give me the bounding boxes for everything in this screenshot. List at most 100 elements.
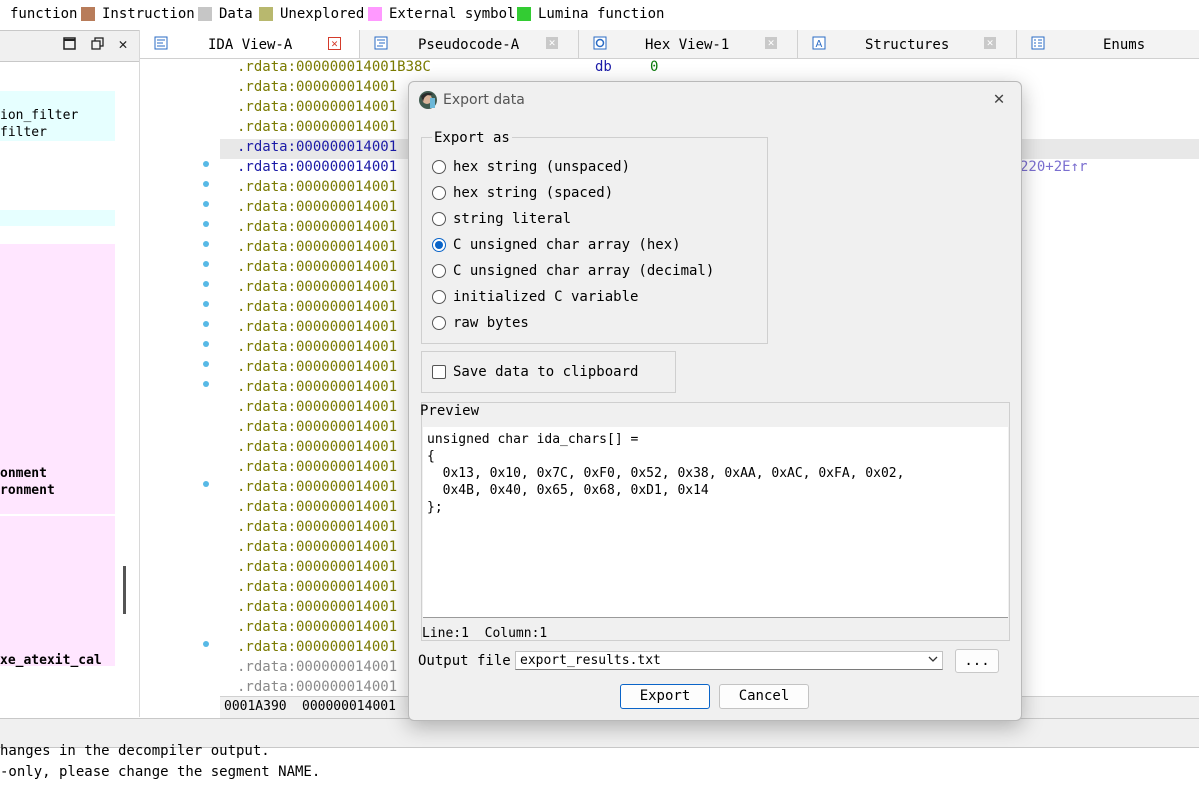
export-as-group: Export as hex string (unspaced) hex stri… [421, 130, 768, 344]
code-line[interactable]: .rdata:000000014001 [237, 179, 397, 199]
code-line[interactable]: .rdata:000000014001 [237, 379, 397, 399]
tab-ida-view-a[interactable]: IDA View-A ✕ [140, 30, 360, 58]
address: .rdata:000000014001 [237, 99, 398, 115]
code-line[interactable]: .rdata:000000014001 [237, 119, 397, 139]
export-data-dialog: Export data ✕ Export as hex string (unsp… [408, 81, 1022, 721]
address: .rdata:000000014001 [237, 539, 398, 555]
code-line[interactable]: .rdata:000000014001 [237, 99, 397, 119]
operand: 0 [650, 59, 659, 75]
radio-string-literal[interactable]: string literal [432, 209, 571, 229]
code-line[interactable]: .rdata:000000014001 [237, 459, 397, 479]
output-file-combobox[interactable]: export_results.txt [515, 651, 943, 670]
radio-button[interactable] [432, 212, 446, 226]
close-tab-icon[interactable]: ✕ [765, 37, 777, 49]
function-name: ronment [0, 483, 55, 498]
close-icon[interactable]: ✕ [990, 90, 1008, 108]
close-tab-icon[interactable]: ✕ [328, 37, 341, 50]
maximize-icon[interactable] [62, 37, 76, 51]
pseudocode-icon [374, 36, 388, 50]
code-line[interactable]: .rdata:000000014001 [237, 199, 397, 219]
code-line[interactable]: .rdata:000000014001 [237, 339, 397, 359]
tab-label: Structures [865, 37, 950, 53]
code-line[interactable]: .rdata:000000014001 [237, 319, 397, 339]
radio-label: hex string (unspaced) [453, 159, 631, 175]
address: .rdata:000000014001 [237, 119, 398, 135]
xref-dot [203, 481, 209, 487]
cancel-button[interactable]: Cancel [719, 684, 809, 709]
preview-line: { [427, 449, 435, 464]
code-line[interactable]: .rdata:000000014001B38C db 0 [237, 59, 658, 79]
browse-button[interactable]: ... [955, 649, 999, 673]
radio-raw-bytes[interactable]: raw bytes [432, 313, 529, 333]
code-line[interactable]: .rdata:000000014001 [237, 399, 397, 419]
address: .rdata:000000014001 [237, 659, 398, 675]
code-line[interactable]: .rdata:000000014001 [237, 299, 397, 319]
radio-button[interactable] [432, 160, 446, 174]
chevron-down-icon[interactable] [927, 653, 939, 668]
xref-dot [203, 641, 209, 647]
code-line[interactable]: .rdata:000000014001 [237, 599, 397, 619]
xref-dot [203, 341, 209, 347]
function-name: xe_atexit_cal [0, 653, 102, 668]
radio-button[interactable] [432, 290, 446, 304]
legend-label: External symbol [389, 6, 516, 22]
checkbox[interactable] [432, 365, 446, 379]
legend-label: Data [219, 6, 253, 22]
legend-item-data: Data [198, 6, 253, 22]
list-item[interactable] [0, 516, 115, 666]
save-to-clipboard-checkbox[interactable]: Save data to clipboard [432, 362, 638, 382]
code-line[interactable]: .rdata:000000014001 [237, 419, 397, 439]
code-line[interactable]: .rdata:000000014001 [237, 639, 397, 659]
close-tab-icon[interactable]: ✕ [984, 37, 996, 49]
address: .rdata:000000014001 [237, 419, 398, 435]
radio-c-array-decimal[interactable]: C unsigned char array (decimal) [432, 261, 714, 281]
radio-label: initialized C variable [453, 289, 639, 305]
legend-label: Instruction [102, 6, 195, 22]
vertical-scrollbar[interactable] [115, 62, 137, 717]
close-icon[interactable]: ✕ [116, 37, 130, 52]
xref-comment: 220+2E↑r [1020, 159, 1088, 175]
code-line[interactable]: .rdata:000000014001 [237, 219, 397, 239]
address: .rdata:000000014001 [237, 439, 398, 455]
tab-label: Hex View-1 [645, 37, 730, 53]
dialog-title: Export data [443, 92, 525, 108]
xref-dot [203, 381, 209, 387]
address: .rdata:000000014001 [237, 459, 398, 475]
radio-button[interactable] [432, 264, 446, 278]
radio-initialized-c-variable[interactable]: initialized C variable [432, 287, 638, 307]
tab-hex-view-1[interactable]: Hex View-1 ✕ [579, 30, 798, 58]
export-button[interactable]: Export [620, 684, 710, 709]
radio-button[interactable] [432, 316, 446, 330]
code-line[interactable]: .rdata:000000014001 [237, 579, 397, 599]
structures-icon: A [812, 36, 826, 50]
preview-text-area[interactable]: unsigned char ida_chars[] = { 0x13, 0x10… [423, 427, 1008, 618]
radio-hex-unspaced[interactable]: hex string (unspaced) [432, 157, 630, 177]
code-line[interactable]: .rdata:000000014001 [237, 279, 397, 299]
list-item[interactable] [0, 210, 115, 226]
radio-label: string literal [453, 211, 572, 227]
xref-dot [203, 301, 209, 307]
code-line[interactable]: .rdata:000000014001 [237, 479, 397, 499]
code-line[interactable]: .rdata:000000014001 [237, 659, 397, 679]
tab-pseudocode-a[interactable]: Pseudocode-A ✕ [360, 30, 579, 58]
code-line[interactable]: .rdata:000000014001 [237, 519, 397, 539]
radio-c-array-hex[interactable]: C unsigned char array (hex) [432, 235, 681, 255]
code-line[interactable]: .rdata:000000014001 [237, 619, 397, 639]
radio-hex-spaced[interactable]: hex string (spaced) [432, 183, 613, 203]
tab-enums[interactable]: Enums [1017, 30, 1199, 58]
code-line[interactable]: .rdata:000000014001 [237, 539, 397, 559]
scrollbar-thumb[interactable] [123, 566, 126, 614]
code-line[interactable]: .rdata:000000014001 [237, 439, 397, 459]
radio-button-checked[interactable] [432, 238, 446, 252]
code-line[interactable]: .rdata:000000014001 [237, 79, 397, 99]
code-line[interactable]: .rdata:000000014001 [237, 239, 397, 259]
code-line[interactable]: .rdata:000000014001 [237, 559, 397, 579]
xref-dot [203, 161, 209, 167]
code-line[interactable]: .rdata:000000014001 [237, 359, 397, 379]
code-line[interactable]: .rdata:000000014001 [237, 499, 397, 519]
close-tab-icon[interactable]: ✕ [546, 37, 558, 49]
radio-button[interactable] [432, 186, 446, 200]
tab-structures[interactable]: A Structures ✕ [798, 30, 1017, 58]
float-icon[interactable] [90, 37, 104, 51]
code-line[interactable]: .rdata:000000014001 [237, 259, 397, 279]
